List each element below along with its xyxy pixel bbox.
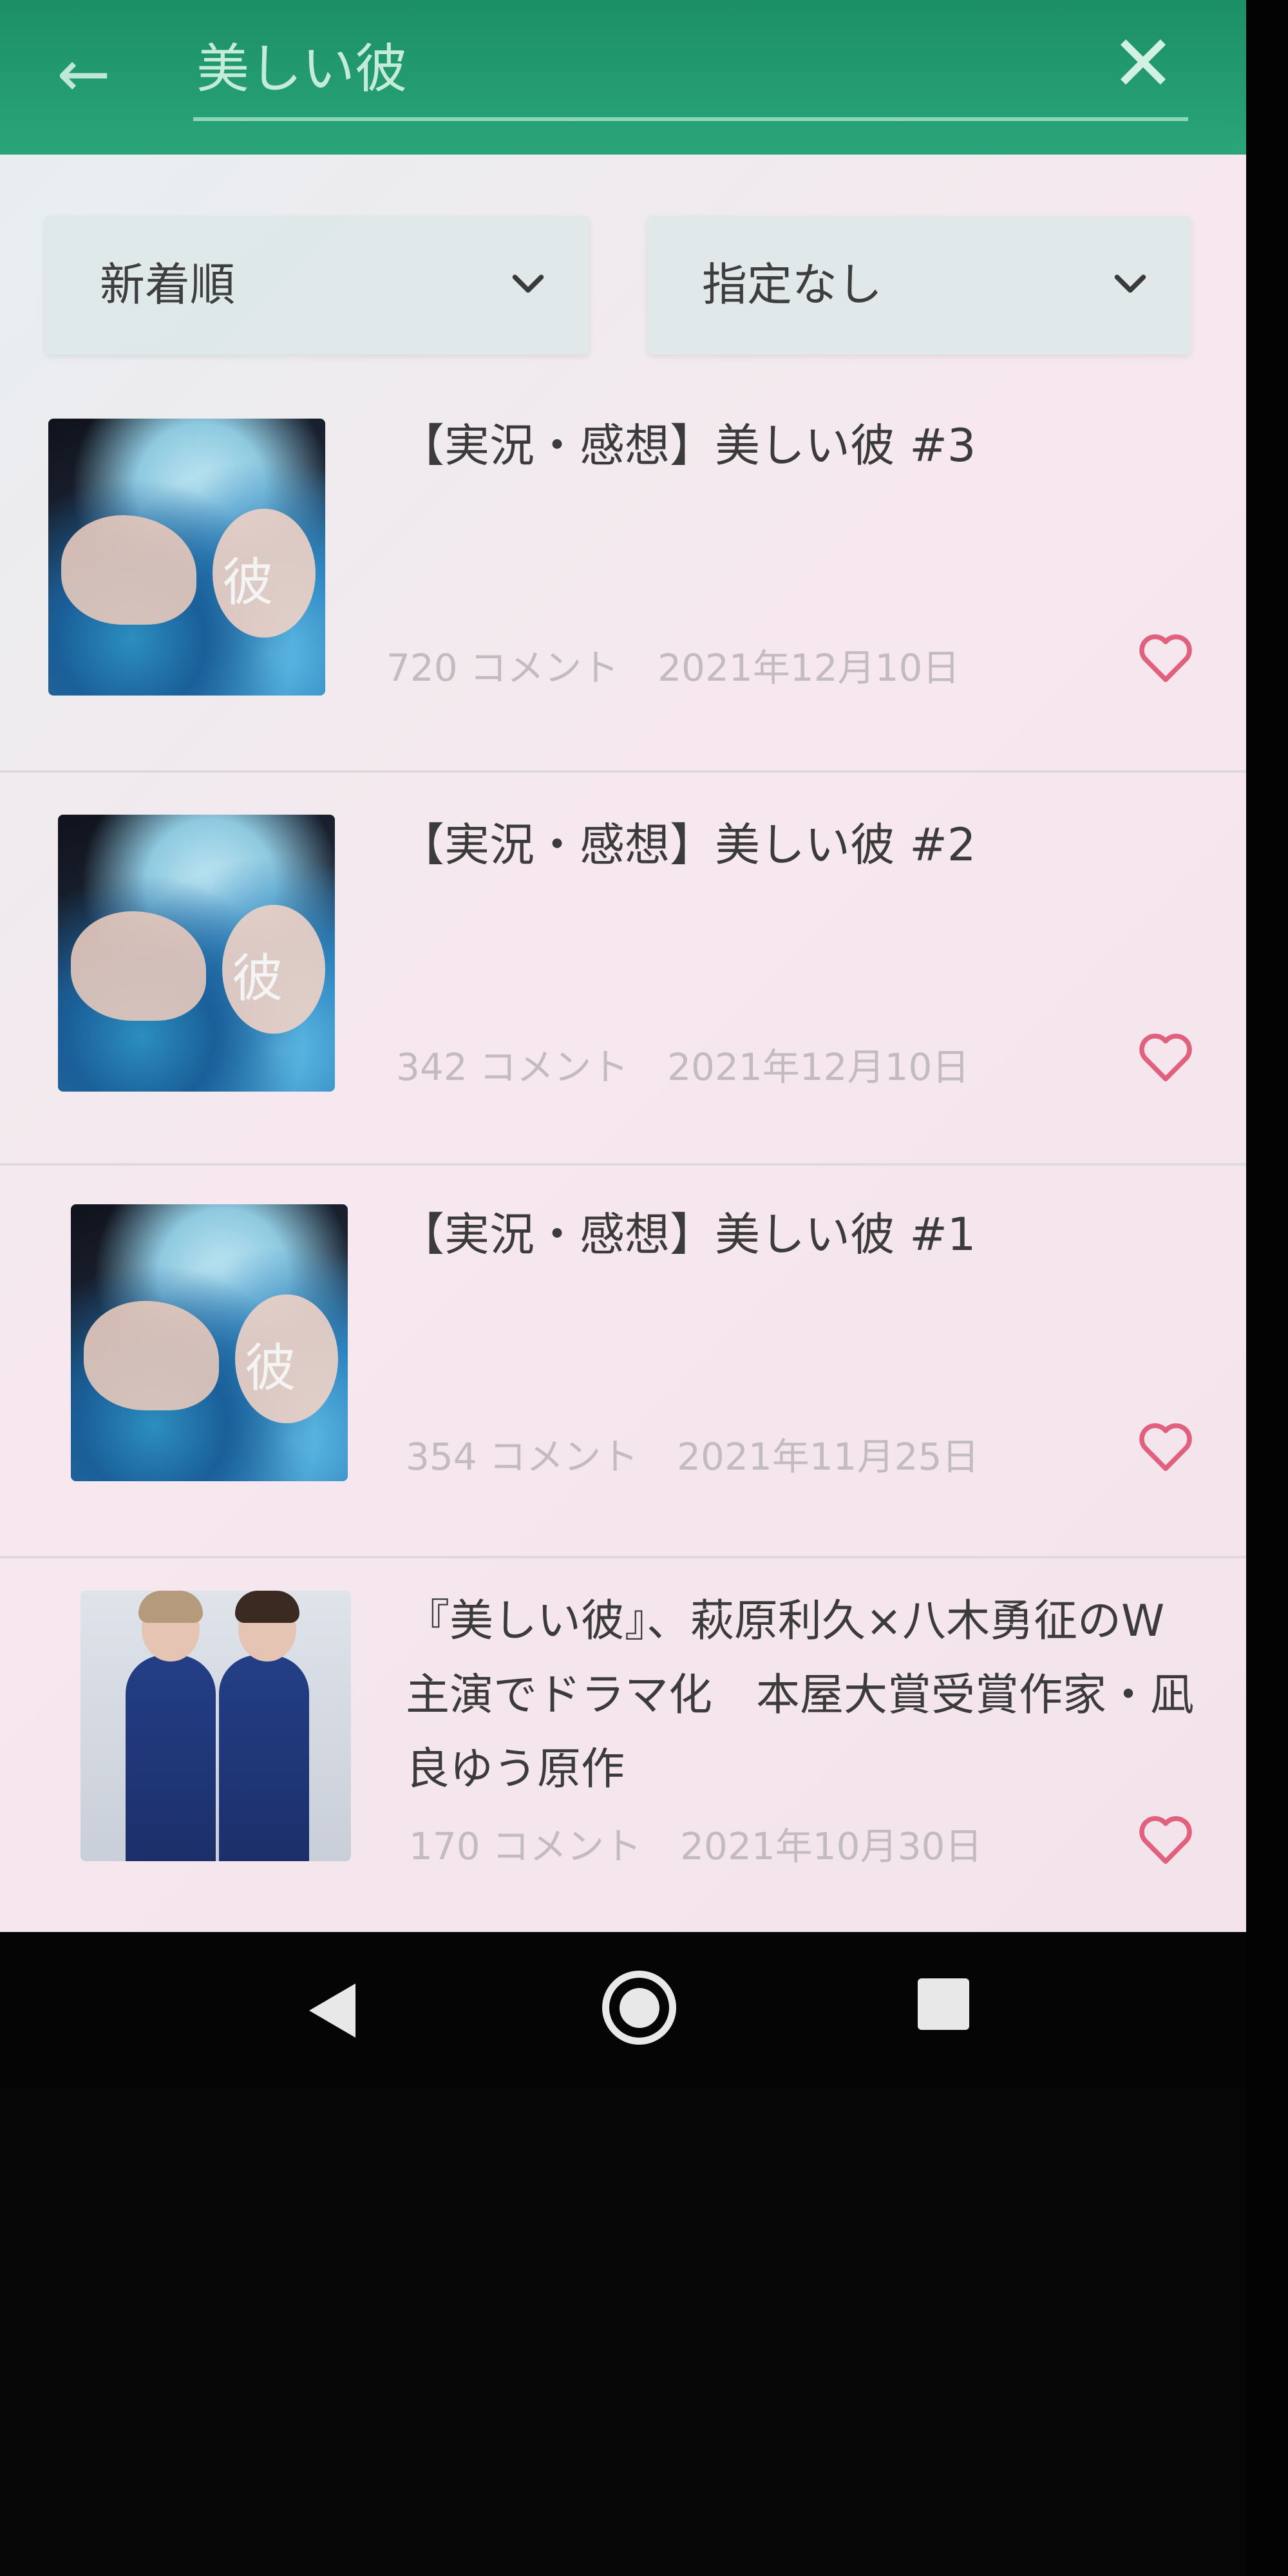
item-meta: 342 コメント 2021年12月10日 [396, 1037, 969, 1091]
item-date: 2021年11月25日 [677, 1435, 980, 1479]
chevron-down-icon [512, 274, 544, 293]
heart-icon[interactable] [1133, 625, 1198, 689]
app-screen: ← 美しい彼 ✕ 新着順 指定なし 彼 【実況・感想】美しい彼 #3 720 コ… [0, 0, 1246, 1932]
arrow-left-icon: ← [57, 36, 111, 111]
nav-back-button[interactable] [309, 1984, 355, 2038]
comment-count: 170 コメント [409, 1824, 642, 1868]
item-meta: 170 コメント 2021年10月30日 [409, 1816, 982, 1870]
heart-icon[interactable] [1133, 1414, 1198, 1478]
search-header: ← 美しい彼 ✕ [0, 0, 1246, 155]
close-icon: ✕ [1110, 19, 1176, 109]
list-item[interactable]: 『美しい彼』、萩原利久×八木勇征のW主演でドラマ化 本屋大賞受賞作家・凪良ゆう原… [0, 1558, 1246, 1932]
heart-icon[interactable] [1133, 1806, 1198, 1871]
item-date: 2021年12月10日 [667, 1045, 970, 1089]
system-nav-bar [0, 1932, 1246, 2087]
item-meta: 720 コメント 2021年12月10日 [386, 638, 960, 692]
sort-dropdown-value: 新着順 [100, 258, 235, 311]
nav-home-button[interactable] [602, 1971, 676, 2045]
item-title: 【実況・感想】美しい彼 #2 [399, 819, 976, 871]
close-button[interactable]: ✕ [1098, 19, 1188, 109]
comment-count: 354 コメント [406, 1435, 639, 1479]
item-title: 【実況・感想】美しい彼 #1 [399, 1208, 976, 1261]
chevron-down-icon [1114, 274, 1146, 293]
heart-icon[interactable] [1133, 1024, 1198, 1088]
nav-recents-button[interactable] [918, 1978, 969, 2030]
item-meta: 354 コメント 2021年11月25日 [406, 1426, 979, 1481]
item-title: 『美しい彼』、萩原利久×八木勇征のW主演でドラマ化 本屋大賞受賞作家・凪良ゆう原… [406, 1596, 1195, 1795]
back-button[interactable]: ← [48, 39, 119, 109]
thumbnail-image: 彼 [71, 1204, 348, 1481]
list-item[interactable]: 彼 【実況・感想】美しい彼 #1 354 コメント 2021年11月25日 [0, 1166, 1246, 1558]
item-date: 2021年12月10日 [658, 646, 960, 690]
category-dropdown[interactable]: 指定なし [647, 216, 1191, 354]
thumbnail-image: 彼 [58, 815, 335, 1092]
comment-count: 720 コメント [386, 646, 620, 690]
sort-dropdown[interactable]: 新着順 [45, 216, 589, 354]
thumbnail-image [80, 1591, 351, 1861]
list-item[interactable]: 彼 【実況・感想】美しい彼 #2 342 コメント 2021年12月10日 [0, 773, 1246, 1166]
list-item[interactable]: 彼 【実況・感想】美しい彼 #3 720 コメント 2021年12月10日 [0, 380, 1246, 773]
thumbnail-image: 彼 [48, 419, 325, 696]
comment-count: 342 コメント [396, 1045, 629, 1089]
device-bezel [1246, 0, 1288, 2576]
search-input-underline [193, 117, 1188, 121]
item-date: 2021年10月30日 [680, 1824, 983, 1868]
search-input[interactable]: 美しい彼 [196, 31, 408, 108]
item-title: 【実況・感想】美しい彼 #3 [399, 419, 976, 472]
category-dropdown-value: 指定なし [702, 258, 882, 311]
